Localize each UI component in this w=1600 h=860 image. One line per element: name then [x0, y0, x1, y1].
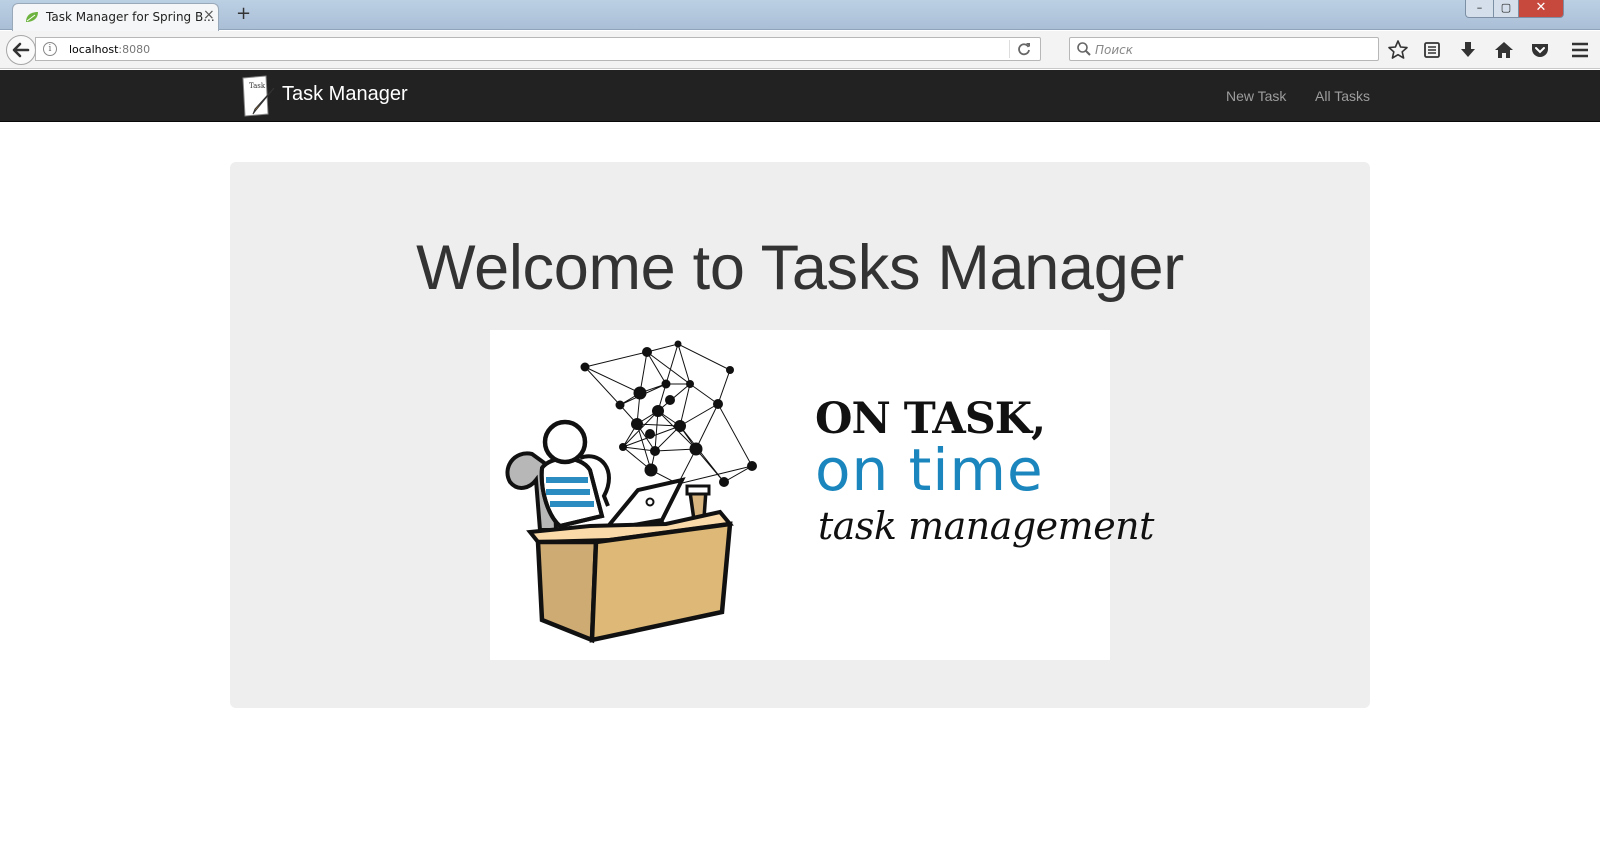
back-button[interactable]	[6, 35, 36, 65]
browser-toolbar: i localhost:8080 Поиск	[0, 31, 1600, 69]
reading-list-icon[interactable]	[1421, 39, 1443, 61]
search-icon	[1077, 42, 1091, 56]
browser-tab-strip: Task Manager for Spring B... × + – ▢ ✕	[0, 0, 1600, 31]
menu-icon[interactable]	[1569, 39, 1591, 61]
url-separator	[1009, 40, 1010, 58]
download-icon[interactable]	[1457, 39, 1479, 61]
search-placeholder: Поиск	[1095, 43, 1134, 57]
slogan-on-time: on time	[815, 436, 1044, 504]
navbar-brand[interactable]: Task Manager	[282, 83, 408, 106]
info-icon[interactable]: i	[43, 42, 57, 56]
reload-icon[interactable]	[1016, 41, 1032, 57]
url-text: localhost:8080	[69, 43, 151, 56]
welcome-heading: Welcome to Tasks Manager	[416, 233, 1184, 303]
tab-title: Task Manager for Spring B...	[46, 10, 215, 24]
new-tab-button[interactable]: +	[236, 3, 251, 24]
task-notepad-logo[interactable]: Task	[240, 74, 276, 118]
search-bar[interactable]: Поиск	[1069, 37, 1379, 61]
back-arrow-icon	[12, 42, 30, 58]
window-close-button[interactable]: ✕	[1518, 0, 1564, 18]
nav-new-task-link[interactable]: New Task	[1226, 88, 1286, 104]
logo-text: Task	[249, 82, 266, 90]
site-navbar: Task Task Manager New Task All Tasks	[0, 70, 1600, 122]
url-bar[interactable]: i localhost:8080	[35, 37, 1041, 61]
window-minimize-button[interactable]: –	[1465, 0, 1494, 18]
spring-leaf-icon	[26, 12, 38, 22]
slogan-task-management: task management	[818, 504, 1154, 548]
hero-image: ON TASK, on time task management	[490, 330, 1154, 660]
welcome-jumbotron: Welcome to Tasks Manager ON TASK, on tim…	[230, 162, 1370, 708]
browser-tab[interactable]: Task Manager for Spring B... ×	[12, 3, 219, 31]
bookmark-star-icon[interactable]	[1387, 39, 1409, 61]
tab-close-icon[interactable]: ×	[203, 7, 215, 23]
pocket-icon[interactable]	[1529, 39, 1551, 61]
person-at-desk-illustration	[505, 340, 757, 644]
window-maximize-button[interactable]: ▢	[1493, 0, 1519, 18]
nav-all-tasks-link[interactable]: All Tasks	[1315, 88, 1370, 104]
home-icon[interactable]	[1493, 39, 1515, 61]
